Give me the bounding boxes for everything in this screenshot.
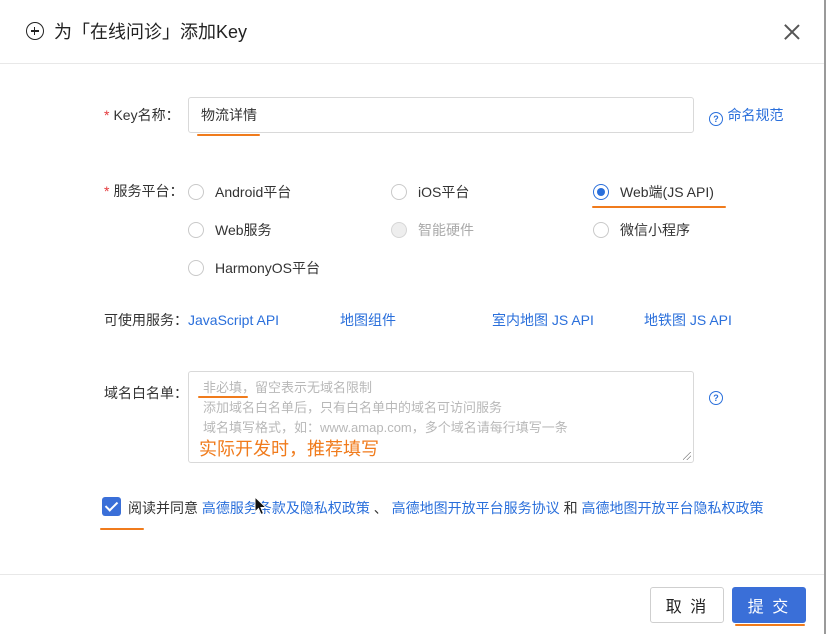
radio-dot (391, 184, 407, 200)
close-icon[interactable] (784, 24, 800, 40)
radio-label: Web服务 (215, 222, 272, 238)
radio-label: HarmonyOS平台 (215, 260, 321, 276)
cancel-button[interactable]: 取 消 (650, 587, 724, 623)
handwritten-annotation: 实际开发时，推荐填写 (199, 439, 379, 460)
radio-dot (188, 222, 204, 238)
platform-service-agreement-link[interactable]: 高德地图开放平台服务协议 (392, 500, 560, 516)
dialog-title: 为「在线问诊」添加Key (54, 22, 248, 42)
web-jsapi-underline (592, 206, 726, 208)
radio-android[interactable]: Android平台 (188, 182, 291, 202)
optional-underline (198, 396, 248, 398)
radio-dot (593, 184, 609, 200)
agreement-row: 阅读并同意 高德服务条款及隐私权政策 、 高德地图开放平台服务协议 和 高德地图… (128, 498, 763, 518)
required-mark: * (104, 183, 110, 199)
placeholder-line: 非必填，留空表示无域名限制 (203, 380, 373, 395)
plus-circle-icon (26, 22, 44, 40)
service-link-map-components[interactable]: 地图组件 (340, 310, 396, 330)
radio-label: 微信小程序 (620, 222, 690, 238)
radio-web-service[interactable]: Web服务 (188, 220, 272, 240)
service-link-subway-map[interactable]: 地铁图 JS API (644, 310, 732, 330)
platform-privacy-policy-link[interactable]: 高德地图开放平台隐私权政策 (581, 500, 763, 516)
services-label: 可使用服务： (104, 312, 188, 328)
naming-rule-link[interactable]: ? 命名规范 (709, 106, 783, 126)
key-name-label: * Key名称： (104, 105, 180, 125)
radio-label: Android平台 (215, 184, 292, 200)
checkbox-underline (100, 528, 144, 530)
platform-label-text: 服务平台： (113, 183, 184, 199)
naming-rule-text: 命名规范 (727, 107, 784, 123)
add-key-dialog: 为「在线问诊」添加Key *Key名称： ? 命名规范 *服务平台： Andro… (0, 0, 826, 634)
dialog-header: 为「在线问诊」添加Key (0, 0, 826, 64)
service-link-indoor-map[interactable]: 室内地图 JS API (492, 310, 594, 330)
help-icon: ? (709, 112, 723, 126)
radio-dot (391, 222, 407, 238)
domain-help[interactable]: ? (709, 386, 723, 405)
resize-handle[interactable] (683, 452, 691, 460)
placeholder-line: 添加域名白名单后，只有白名单中的域名可访问服务 (203, 400, 503, 415)
required-mark: * (104, 107, 110, 123)
separator: 、 (373, 500, 388, 516)
platform-label: * 服务平台： (104, 181, 183, 201)
domain-whitelist-label: 域名白名单： (104, 385, 188, 401)
agreement-prefix: 阅读并同意 (128, 500, 198, 516)
key-name-underline (197, 134, 260, 136)
agreement-checkbox[interactable] (102, 497, 121, 516)
terms-privacy-link[interactable]: 高德服务条款及隐私权政策 (202, 500, 370, 516)
radio-dot (593, 222, 609, 238)
radio-wechat-miniprogram[interactable]: 微信小程序 (593, 220, 690, 240)
radio-smart-hardware: 智能硬件 (391, 220, 474, 240)
submit-button[interactable]: 提 交 (732, 587, 806, 623)
service-link-javascript-api[interactable]: JavaScript API (188, 310, 279, 330)
radio-label: Web端(JS API) (620, 184, 714, 200)
separator: 和 (563, 500, 578, 516)
key-name-label-text: Key名称： (113, 107, 180, 123)
radio-web-jsapi[interactable]: Web端(JS API) (593, 182, 714, 202)
help-icon: ? (709, 391, 723, 405)
radio-label: iOS平台 (418, 184, 470, 200)
mouse-cursor-icon (254, 496, 268, 516)
key-name-input[interactable] (188, 97, 694, 133)
radio-dot (188, 184, 204, 200)
radio-ios[interactable]: iOS平台 (391, 182, 469, 202)
submit-underline (735, 624, 805, 626)
radio-harmonyos[interactable]: HarmonyOS平台 (188, 258, 320, 278)
radio-label: 智能硬件 (418, 222, 474, 238)
placeholder-line: 域名填写格式，如：www.amap.com，多个域名请每行填写一条 (203, 420, 568, 435)
radio-dot (188, 260, 204, 276)
